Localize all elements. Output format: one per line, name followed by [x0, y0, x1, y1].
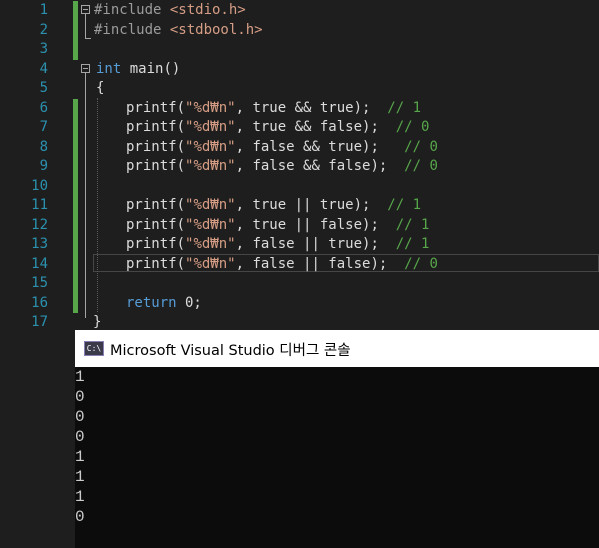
change-indicator — [73, 196, 78, 216]
code-line-6[interactable]: 6 printf("%d₩n", true && true); // 1 — [0, 98, 599, 118]
line-number: 14 — [31, 255, 48, 272]
line-number: 3 — [39, 41, 48, 57]
debug-console-window[interactable]: C:\ Microsoft Visual Studio 디버그 콘솔 1 0 0… — [75, 330, 599, 548]
change-indicator — [73, 1, 78, 21]
line-number: 2 — [39, 21, 48, 38]
change-indicator — [73, 40, 78, 60]
indent-guide — [97, 98, 98, 312]
code-text: printf("%d₩n", true || true); // 1 — [126, 197, 422, 213]
code-line-9[interactable]: 9 printf("%d₩n", false && false); // 0 — [0, 157, 599, 177]
line-number: 10 — [31, 177, 48, 194]
console-title-bar[interactable]: C:\ Microsoft Visual Studio 디버그 콘솔 — [75, 330, 599, 367]
code-text: printf("%d₩n", true && true); // 1 — [126, 99, 422, 116]
code-line-11[interactable]: 11 printf("%d₩n", true || true); // 1 — [0, 196, 599, 216]
change-indicator — [73, 137, 78, 157]
line-number: 12 — [31, 216, 48, 233]
code-editor[interactable]: 1 #include <stdio.h> 2 #include <stdbool… — [0, 0, 599, 330]
code-line-13[interactable]: 13 printf("%d₩n", false || true); // 1 — [0, 235, 599, 255]
code-line-3[interactable]: 3 — [0, 40, 599, 60]
line-number: 15 — [31, 275, 48, 291]
code-line-17[interactable]: 17 } — [0, 313, 599, 330]
line-number: 1 — [39, 2, 48, 18]
line-number: 17 — [31, 314, 48, 330]
line-number: 4 — [39, 60, 48, 77]
code-line-8[interactable]: 8 printf("%d₩n", false && true); // 0 — [0, 137, 599, 157]
line-number: 9 — [39, 158, 48, 174]
console-output-line: 0 — [75, 408, 85, 426]
console-output-line: 1 — [75, 488, 85, 506]
console-output-line: 0 — [75, 388, 85, 406]
fold-guide — [85, 72, 86, 318]
console-output-line: 0 — [75, 428, 85, 446]
console-output-line: 1 — [75, 368, 85, 386]
code-line-4[interactable]: 4 int main() — [0, 60, 599, 80]
code-line-14[interactable]: 14 printf("%d₩n", false || false); // 0 — [0, 254, 599, 274]
console-title: Microsoft Visual Studio 디버그 콘솔 — [110, 343, 351, 359]
code-line-5[interactable]: 5 { — [0, 79, 599, 99]
line-number: 13 — [31, 236, 48, 252]
change-indicator — [73, 215, 78, 235]
line-number: 7 — [39, 119, 48, 135]
change-indicator — [73, 293, 78, 313]
change-indicator — [73, 20, 78, 40]
line-number: 5 — [39, 80, 48, 96]
code-line-16[interactable]: 16 return 0; — [0, 293, 599, 313]
collapse-icon[interactable] — [81, 5, 90, 14]
fold-guide — [85, 14, 86, 38]
change-indicator — [73, 98, 78, 118]
console-output-line: 1 — [75, 448, 85, 466]
change-indicator — [73, 235, 78, 255]
code-line-12[interactable]: 12 printf("%d₩n", true || false); // 1 — [0, 215, 599, 235]
change-indicator — [73, 157, 78, 177]
code-line-7[interactable]: 7 printf("%d₩n", true && false); // 0 — [0, 118, 599, 138]
code-text: { — [96, 80, 105, 96]
code-text: printf("%d₩n", false || false); // 0 — [126, 255, 438, 272]
code-line-10[interactable]: 10 — [0, 176, 599, 196]
change-indicator — [73, 118, 78, 138]
line-number: 8 — [39, 138, 48, 155]
line-number: 16 — [31, 294, 48, 311]
line-number: 11 — [31, 197, 48, 213]
code-text: printf("%d₩n", false || true); // 1 — [126, 236, 430, 252]
change-indicator — [73, 176, 78, 196]
code-text: #include <stdbool.h> — [94, 21, 263, 38]
code-line-1[interactable]: 1 #include <stdio.h> — [0, 1, 599, 21]
code-line-15[interactable]: 15 — [0, 274, 599, 294]
console-output-line: 0 — [75, 508, 85, 526]
code-text: #include <stdio.h> — [94, 2, 246, 18]
line-number: 6 — [39, 99, 48, 116]
change-indicator — [73, 274, 78, 294]
code-text: printf("%d₩n", true && false); // 0 — [126, 119, 430, 135]
code-text: printf("%d₩n", true || false); // 1 — [126, 216, 430, 233]
console-app-icon: C:\ — [84, 341, 104, 356]
console-output: 1 0 0 0 1 1 1 0 — [75, 367, 599, 527]
code-text: } — [93, 314, 102, 330]
code-text: int main() — [96, 60, 181, 77]
code-text: printf("%d₩n", false && true); // 0 — [126, 138, 438, 155]
fold-guide-end — [85, 38, 91, 39]
code-text: printf("%d₩n", false && false); // 0 — [126, 158, 438, 174]
code-text: return 0; — [126, 294, 202, 311]
console-output-line: 1 — [75, 468, 85, 486]
change-indicator — [73, 254, 78, 274]
